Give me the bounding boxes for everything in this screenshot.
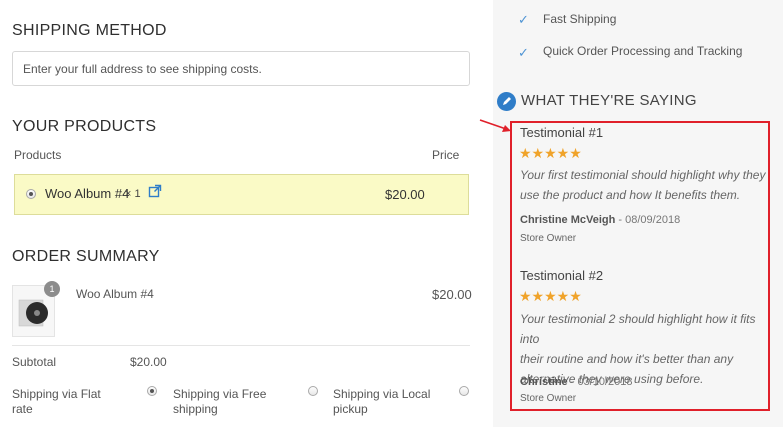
- testimonials-heading: WHAT THEY'RE SAYING: [521, 92, 697, 109]
- external-link-icon[interactable]: [148, 184, 162, 198]
- testimonial-1-stars: ★★★★★: [519, 145, 582, 161]
- testimonial-2-title: Testimonial #2: [520, 268, 604, 283]
- shipping-address-input[interactable]: [12, 51, 470, 86]
- order-summary-heading: ORDER SUMMARY: [12, 248, 160, 265]
- shipping-option-free-radio[interactable]: [308, 386, 318, 396]
- feature-order-tracking: Quick Order Processing and Tracking: [543, 44, 743, 58]
- testimonial-2-date: - 03/10/2018: [567, 376, 633, 388]
- product-select-radio[interactable]: [26, 189, 36, 199]
- shipping-option-flat-radio[interactable]: [147, 386, 157, 396]
- highlight-arrow-icon: [479, 119, 511, 132]
- testimonial-1-role: Store Owner: [520, 233, 577, 244]
- shipping-method-heading: SHIPPING METHOD: [12, 22, 167, 39]
- product-name: Woo Album #4: [45, 186, 130, 201]
- price-column-header: Price: [432, 148, 460, 162]
- summary-item-name: Woo Album #4: [76, 287, 154, 301]
- product-row[interactable]: Woo Album #4 × 1 $20.00: [14, 174, 469, 215]
- testimonial-2-author-line: Christine - 03/10/2018: [520, 376, 633, 388]
- shipping-option-local-label: Shipping via Local pickup: [333, 387, 431, 416]
- check-icon: ✓: [518, 12, 529, 27]
- testimonial-1-text: Your first testimonial should highlight …: [520, 168, 766, 202]
- product-qty: × 1: [125, 188, 141, 200]
- testimonial-1-author: Christine McVeigh: [520, 214, 616, 226]
- testimonial-1-author-line: Christine McVeigh - 08/09/2018: [520, 214, 680, 226]
- shipping-option-local-radio[interactable]: [459, 386, 469, 396]
- testimonial-1-title: Testimonial #1: [520, 125, 604, 140]
- testimonial-1-date: - 08/09/2018: [615, 214, 681, 226]
- shipping-option-free-label: Shipping via Free shipping: [173, 387, 267, 416]
- subtotal-label: Subtotal: [12, 355, 57, 369]
- quantity-badge: 1: [44, 281, 60, 297]
- summary-divider: [12, 345, 470, 346]
- check-icon: ✓: [518, 45, 529, 60]
- summary-item-price: $20.00: [432, 287, 472, 302]
- feature-fast-shipping: Fast Shipping: [543, 12, 617, 26]
- products-column-header: Products: [14, 148, 62, 162]
- product-price: $20.00: [385, 187, 425, 202]
- testimonial-2-role: Store Owner: [520, 393, 577, 404]
- shipping-option-flat-label: Shipping via Flat rate: [12, 387, 101, 416]
- subtotal-value: $20.00: [130, 355, 167, 369]
- testimonial-2-author: Christine: [520, 376, 568, 388]
- your-products-heading: YOUR PRODUCTS: [12, 118, 157, 135]
- pencil-icon: [497, 92, 516, 111]
- testimonial-2-stars: ★★★★★: [519, 288, 582, 304]
